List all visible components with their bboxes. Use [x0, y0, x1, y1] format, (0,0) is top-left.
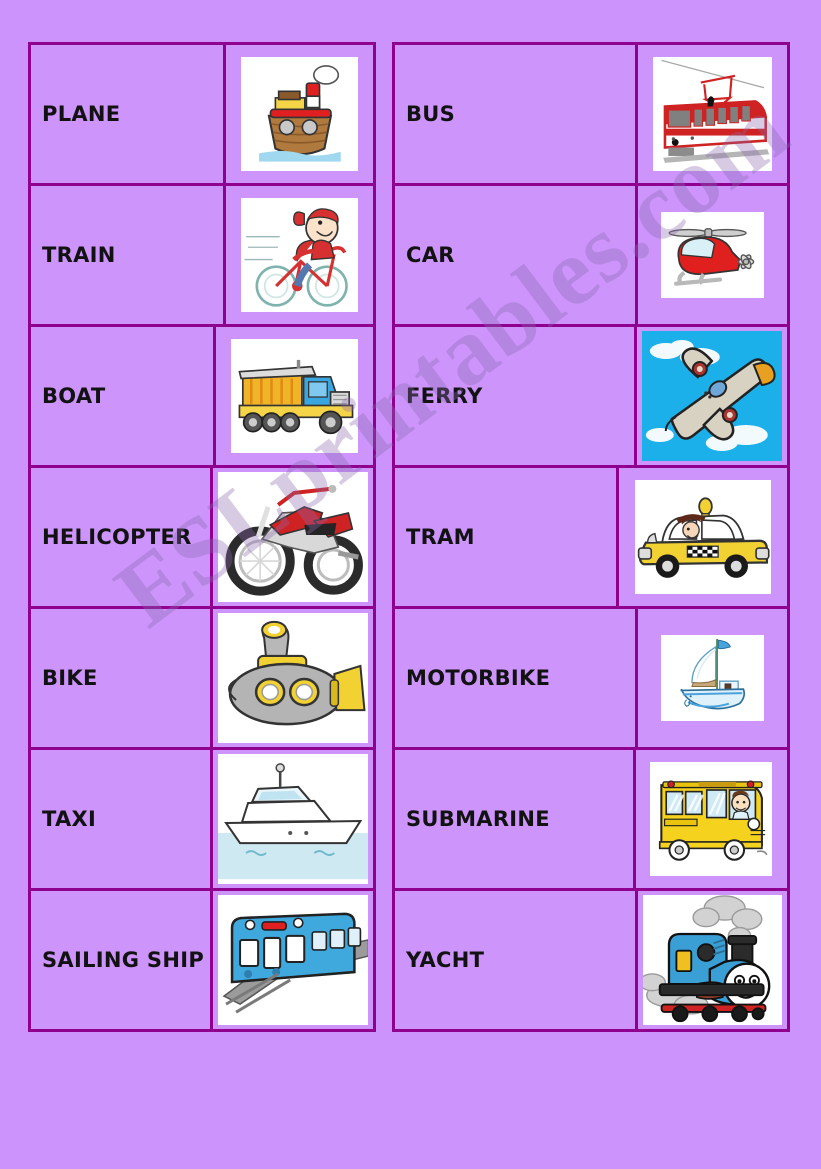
picture-cell[interactable]: [619, 468, 787, 606]
picture-cell[interactable]: [638, 609, 787, 747]
tram-picture: [652, 56, 773, 172]
word-label: MOTORBIKE: [406, 665, 551, 690]
picture-cell[interactable]: [637, 327, 787, 465]
word-label: PLANE: [42, 101, 121, 126]
word-label: BOAT: [42, 383, 106, 408]
school-bus-picture: [650, 761, 773, 877]
table-row[interactable]: TAXI: [31, 750, 373, 891]
word-label: BIKE: [42, 665, 98, 690]
table-row[interactable]: SUBMARINE: [395, 750, 787, 891]
word-label: TAXI: [42, 806, 97, 831]
helicopter-picture: [661, 212, 764, 298]
word-cell-train[interactable]: TRAIN: [31, 186, 226, 324]
table-row[interactable]: CAR: [395, 186, 787, 327]
picture-cell[interactable]: [638, 186, 787, 324]
word-label: HELICOPTER: [42, 524, 192, 549]
table-row[interactable]: BIKE: [31, 609, 373, 750]
steam-locomotive-picture: [642, 895, 782, 1025]
picture-cell[interactable]: [637, 891, 787, 1029]
picture-cell[interactable]: [212, 750, 373, 888]
table-row[interactable]: BOAT: [31, 327, 373, 468]
word-label: SUBMARINE: [406, 806, 550, 831]
word-label: CAR: [406, 242, 455, 267]
word-cell-helicopter[interactable]: HELICOPTER: [31, 468, 213, 606]
picture-cell[interactable]: [215, 327, 373, 465]
word-cell-sailing-ship[interactable]: SAILING SHIP: [31, 891, 213, 1029]
table-row[interactable]: FERRY: [395, 327, 787, 468]
airplane-picture: [642, 331, 782, 461]
picture-cell[interactable]: [212, 468, 373, 606]
domino-board: PLANE TRAIN BOAT HELICOPTER BIKE TAXI SA…: [28, 42, 790, 1032]
table-row[interactable]: HELICOPTER: [31, 468, 373, 609]
table-row[interactable]: SAILING SHIP: [31, 891, 373, 1029]
submarine-picture: [217, 613, 368, 743]
word-label: TRAIN: [42, 242, 116, 267]
word-cell-bus[interactable]: BUS: [395, 45, 638, 183]
picture-cell[interactable]: [226, 45, 373, 183]
left-domino-column: PLANE TRAIN BOAT HELICOPTER BIKE TAXI SA…: [28, 42, 376, 1032]
word-cell-bike[interactable]: BIKE: [31, 609, 213, 747]
girl-on-bicycle-picture: [240, 197, 359, 313]
sailing-ship-picture: [661, 635, 764, 721]
word-label: TRAM: [406, 524, 475, 549]
picture-cell[interactable]: [226, 186, 373, 324]
word-cell-boat[interactable]: BOAT: [31, 327, 216, 465]
right-domino-column: BUS CAR FERRY TRAM MOTORBIKE SUBMARINE Y…: [392, 42, 790, 1032]
picture-cell[interactable]: [638, 45, 787, 183]
word-cell-motorbike[interactable]: MOTORBIKE: [395, 609, 638, 747]
table-row[interactable]: MOTORBIKE: [395, 609, 787, 750]
picture-cell[interactable]: [212, 891, 373, 1029]
word-cell-submarine[interactable]: SUBMARINE: [395, 750, 636, 888]
picture-cell[interactable]: [635, 750, 787, 888]
word-cell-ferry[interactable]: FERRY: [395, 327, 638, 465]
word-cell-tram[interactable]: TRAM: [395, 468, 620, 606]
table-row[interactable]: TRAIN: [31, 186, 373, 327]
dump-truck-picture: [231, 338, 358, 454]
word-label: BUS: [406, 101, 456, 126]
picture-cell[interactable]: [212, 609, 373, 747]
taxi-cab-picture: [635, 479, 771, 595]
word-label: FERRY: [406, 383, 483, 408]
subway-train-picture: [217, 895, 368, 1025]
word-cell-yacht[interactable]: YACHT: [395, 891, 638, 1029]
table-row[interactable]: TRAM: [395, 468, 787, 609]
word-cell-taxi[interactable]: TAXI: [31, 750, 213, 888]
tugboat-picture: [240, 56, 359, 172]
word-label: YACHT: [406, 947, 485, 972]
word-cell-car[interactable]: CAR: [395, 186, 638, 324]
table-row[interactable]: YACHT: [395, 891, 787, 1029]
motorbike-picture: [217, 472, 368, 602]
word-cell-plane[interactable]: PLANE: [31, 45, 226, 183]
table-row[interactable]: PLANE: [31, 45, 373, 186]
table-row[interactable]: BUS: [395, 45, 787, 186]
word-label: SAILING SHIP: [42, 947, 205, 972]
yacht-picture: [217, 754, 368, 884]
